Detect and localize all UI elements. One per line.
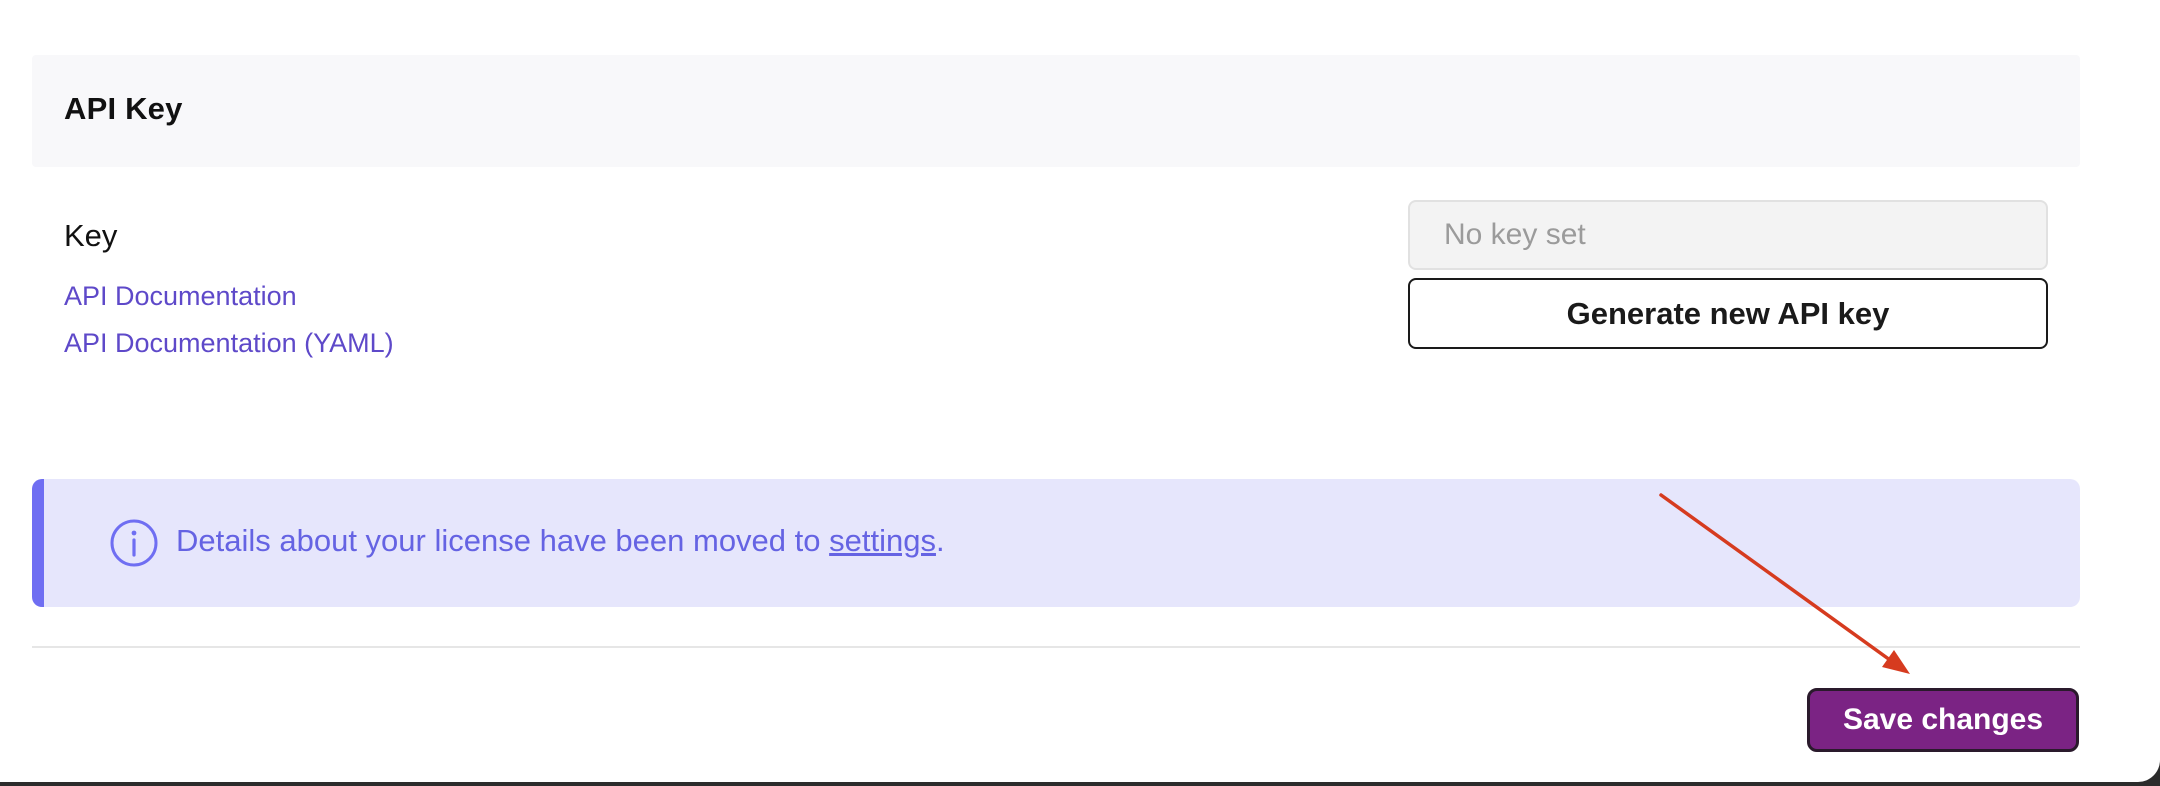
- api-documentation-link[interactable]: API Documentation: [64, 281, 297, 312]
- key-label: Key: [64, 218, 118, 253]
- settings-link[interactable]: settings: [829, 523, 936, 558]
- notice-text-after: .: [935, 523, 945, 558]
- api-documentation-yaml-link[interactable]: API Documentation (YAML): [64, 328, 394, 359]
- api-key-panel: API Key Key API Documentation API Docume…: [0, 0, 2160, 782]
- info-circle-icon: [110, 519, 158, 567]
- footer-divider: [32, 646, 2080, 648]
- api-key-input[interactable]: [1408, 200, 2048, 270]
- card-title: API Key: [64, 91, 183, 126]
- license-notice: Details about your license have been mov…: [32, 479, 2080, 607]
- notice-text-before: Details about your license have been mov…: [176, 523, 830, 558]
- save-changes-button[interactable]: Save changes: [1807, 688, 2079, 752]
- notice-text: Details about your license have been mov…: [176, 523, 945, 559]
- card-header: API Key: [32, 55, 2080, 167]
- generate-api-key-button[interactable]: Generate new API key: [1408, 278, 2048, 349]
